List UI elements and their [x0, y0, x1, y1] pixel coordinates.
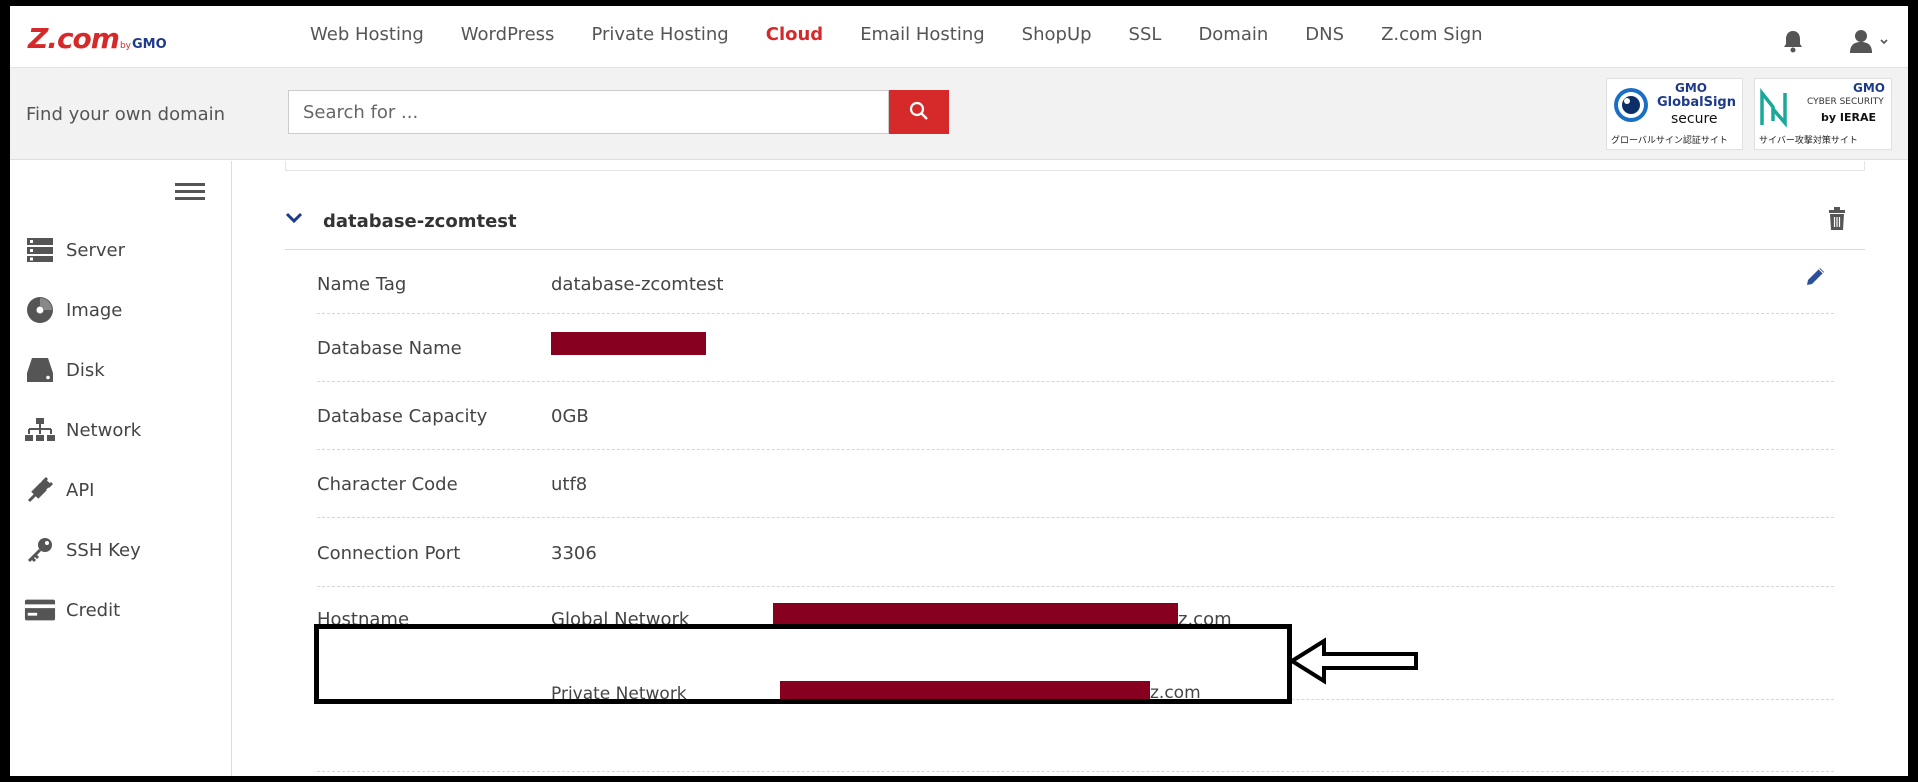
- api-plug-icon: [24, 476, 56, 504]
- find-domain-label: Find your own domain: [26, 104, 226, 125]
- nav-zcom-sign[interactable]: Z.com Sign: [1381, 24, 1482, 45]
- row-label: Character Code: [317, 474, 458, 495]
- badge2-line1: CYBER SECURITY: [1807, 97, 1884, 107]
- nav-links: Web Hosting WordPress Private Hosting Cl…: [310, 24, 1520, 45]
- nav-private-hosting[interactable]: Private Hosting: [591, 24, 728, 45]
- search-icon: [909, 101, 928, 120]
- row-label: Name Tag: [317, 274, 407, 295]
- domain-search-input[interactable]: [288, 90, 889, 134]
- row-connection-port: Connection Port 3306: [317, 518, 1834, 587]
- domain-search-bar: Find your own domain GMO GlobalSign secu…: [10, 68, 1908, 160]
- row-character-code: Character Code utf8: [317, 450, 1834, 518]
- app-frame: Z.com by GMO Web Hosting WordPress Priva…: [10, 6, 1908, 776]
- redaction-bar: [551, 332, 706, 355]
- badge2-brand: GMO: [1853, 81, 1885, 95]
- sidebar-item-label: API: [66, 479, 95, 501]
- badge2-line2: by IERAE: [1821, 111, 1876, 124]
- logo-text: Z.com: [28, 22, 120, 55]
- nav-dns[interactable]: DNS: [1305, 24, 1344, 45]
- disk-icon: [24, 356, 56, 384]
- row-database-capacity: Database Capacity 0GB: [317, 382, 1834, 450]
- row-value: 3306: [551, 543, 597, 564]
- row-divider: [317, 771, 1834, 772]
- row-value: database-zcomtest: [551, 274, 724, 295]
- nav-cloud[interactable]: Cloud: [766, 24, 823, 45]
- sidebar-item-label: Credit: [66, 599, 121, 621]
- previous-card-edge: [285, 161, 1865, 171]
- sidebar-item-label: Server: [66, 239, 126, 261]
- pencil-edit-icon[interactable]: [1804, 264, 1828, 288]
- ierae-logo-icon: [1760, 87, 1787, 128]
- badge1-line1: GlobalSign: [1657, 95, 1736, 110]
- credit-card-icon: [24, 596, 56, 624]
- sidebar-item-label: SSH Key: [66, 539, 141, 561]
- badge1-caption: グローバルサイン認証サイト: [1611, 136, 1728, 146]
- search-button[interactable]: [889, 90, 949, 134]
- row-database-name: Database Name: [317, 314, 1834, 382]
- ierae-badge[interactable]: GMO CYBER SECURITY by IERAE サイバー攻撃対策サイト: [1754, 78, 1892, 150]
- nav-email-hosting[interactable]: Email Hosting: [860, 24, 984, 45]
- sidebar-item-api[interactable]: API: [24, 473, 94, 507]
- sidebar-item-disk[interactable]: Disk: [24, 353, 105, 387]
- disc-icon: [24, 296, 56, 324]
- network-icon: [24, 416, 56, 444]
- logo-gmo-text: GMO: [132, 37, 167, 52]
- sidebar-item-network[interactable]: Network: [24, 413, 141, 447]
- database-section-header: database-zcomtest: [285, 201, 1865, 250]
- server-icon: [24, 236, 56, 264]
- key-icon: [24, 536, 56, 564]
- hostname-highlight-box: [314, 624, 1292, 704]
- sidebar-item-label: Image: [66, 299, 123, 321]
- nav-wordpress[interactable]: WordPress: [461, 24, 555, 45]
- globalsign-badge[interactable]: GMO GlobalSign secure グローバルサイン認証サイト: [1606, 78, 1743, 150]
- badge2-caption: サイバー攻撃対策サイト: [1759, 136, 1858, 146]
- row-label: Connection Port: [317, 543, 461, 564]
- chevron-down-icon[interactable]: [285, 211, 303, 225]
- top-navigation: Z.com by GMO Web Hosting WordPress Priva…: [10, 6, 1908, 68]
- badge1-line2: secure: [1671, 111, 1718, 127]
- badge1-brand: GMO: [1675, 81, 1707, 95]
- sidebar-item-image[interactable]: Image: [24, 293, 122, 327]
- zcom-logo[interactable]: Z.com by GMO: [28, 22, 167, 55]
- left-arrow-icon: [1290, 637, 1418, 685]
- menu-toggle-icon[interactable]: [175, 183, 205, 203]
- row-value: 0GB: [551, 406, 589, 427]
- bell-icon[interactable]: [1782, 29, 1804, 53]
- nav-domain[interactable]: Domain: [1198, 24, 1268, 45]
- user-icon[interactable]: [1848, 28, 1888, 54]
- sidebar-item-server[interactable]: Server: [24, 233, 125, 267]
- sidebar-item-label: Disk: [66, 359, 105, 381]
- logo-by-text: by: [119, 41, 131, 51]
- row-name-tag: Name Tag database-zcomtest: [317, 256, 1834, 314]
- nav-ssl[interactable]: SSL: [1129, 24, 1162, 45]
- globalsign-eye-icon: [1614, 88, 1648, 122]
- sidebar: Server Image Disk Network API SSH Key Cr…: [10, 161, 232, 776]
- sidebar-item-ssh-key[interactable]: SSH Key: [24, 533, 141, 567]
- sidebar-item-label: Network: [66, 419, 142, 441]
- row-label: Database Capacity: [317, 406, 488, 427]
- sidebar-item-credit[interactable]: Credit: [24, 593, 120, 627]
- row-value: utf8: [551, 474, 588, 495]
- database-title: database-zcomtest: [323, 211, 517, 232]
- trash-icon[interactable]: [1827, 207, 1847, 231]
- nav-shopup[interactable]: ShopUp: [1022, 24, 1092, 45]
- nav-web-hosting[interactable]: Web Hosting: [310, 24, 424, 45]
- row-label: Database Name: [317, 338, 462, 359]
